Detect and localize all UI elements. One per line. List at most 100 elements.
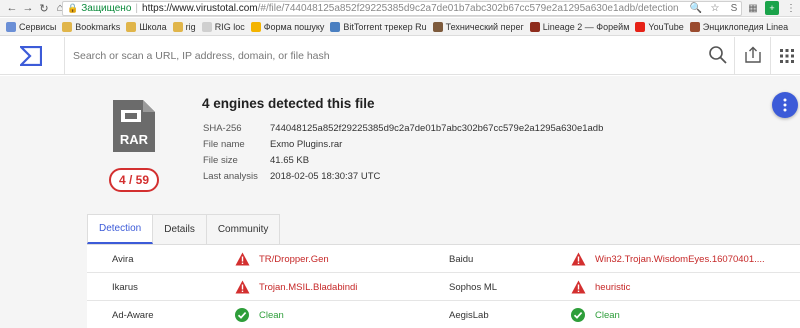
meta-row-last-analysis: Last analysis 2018-02-05 18:30:37 UTC (203, 168, 603, 184)
check-circle-icon (571, 301, 585, 328)
engine-result: Win32.Trojan.WisdomEyes.16070401.... (595, 253, 765, 265)
secure-label: Защищено (81, 3, 132, 14)
torrent-icon (330, 21, 341, 32)
bookmark-label: Технический перег (445, 21, 524, 32)
bookmark-label: Сервисы (19, 21, 57, 32)
star-icon[interactable]: ☆ (708, 1, 722, 15)
meta-key: File name (203, 138, 245, 150)
bookmark-label: YouTube (648, 21, 684, 32)
bookmarks-bar: Сервисы Bookmarks Школа rig RIG loc Форма пош… (0, 18, 800, 36)
table-row: Ikarus Trojan.MSIL.Bladabindi Sophos ML heu… (87, 273, 800, 301)
search-input[interactable] (73, 47, 713, 65)
meta-row-filesize: File size 41.65 KB (203, 152, 603, 168)
bookmark-item[interactable]: Школа (126, 21, 167, 32)
engine-name: Baidu (449, 253, 474, 265)
bookmark-label: Lineage 2 — Форейм (542, 21, 630, 32)
tab-bar: Detection Details Community (87, 214, 281, 244)
book-icon (689, 21, 700, 32)
engine-name: Ad-Aware (112, 309, 154, 321)
bookmark-item[interactable]: Форма пошуку (250, 21, 325, 32)
bookmark-label: Энциклопедия Linea (702, 21, 789, 32)
address-bar[interactable]: 🔒 Защищено | https://www.virustotal.com /… (62, 1, 742, 16)
table-row: Ad-Aware Clean AegisLab Clean (87, 301, 800, 328)
bookmark-label: BitTorrent трекер Ru (343, 21, 427, 32)
forward-button[interactable]: → (20, 0, 36, 16)
bookmark-label: Форма пошуку (263, 21, 325, 32)
folder-icon (172, 21, 183, 32)
page-title: 4 engines detected this file (202, 96, 375, 111)
meta-value: 41.65 KB (270, 154, 310, 166)
bookmark-item[interactable]: Технический перег (432, 21, 524, 32)
engine-name: Avira (112, 253, 134, 265)
upload-icon[interactable] (744, 46, 762, 64)
rar-file-icon: RAR (113, 100, 155, 152)
engine-result: heuristic (595, 281, 631, 293)
tab-detection[interactable]: Detection (87, 214, 154, 244)
virustotal-logo-icon[interactable] (20, 46, 42, 66)
bookmark-item[interactable]: Bookmarks (62, 21, 121, 32)
youtube-icon (635, 21, 646, 32)
back-button[interactable]: ← (4, 0, 20, 16)
warning-icon (235, 273, 250, 301)
url-path: /#/file/744048125a852f29225385d9c2a7de01… (257, 3, 679, 14)
skype-icon[interactable]: S (727, 1, 741, 15)
game-icon (529, 21, 540, 32)
main-content: RAR 4 / 59 4 engines detected this file … (0, 76, 800, 328)
tab-community[interactable]: Community (206, 214, 281, 244)
engine-result: Trojan.MSIL.Bladabindi (259, 281, 358, 293)
engine-result: Clean (595, 309, 620, 321)
bookmark-item[interactable]: Lineage 2 — Форейм (529, 21, 630, 32)
address-separator: | (135, 3, 139, 14)
search-icon[interactable] (708, 45, 728, 65)
meta-row-sha256: SHA-256 744048125a852f29225385d9c2a7de01… (203, 120, 603, 136)
meta-key: SHA-256 (203, 122, 242, 134)
bookmark-label: RIG loc (214, 21, 245, 32)
meta-key: File size (203, 154, 238, 166)
meta-value: Exmo Plugins.rar (270, 138, 343, 150)
apps-icon (6, 21, 16, 32)
tab-details[interactable]: Details (153, 214, 207, 244)
reload-button[interactable]: ↻ (36, 0, 52, 16)
more-options-button[interactable] (772, 92, 798, 118)
apps-grid-icon[interactable] (779, 48, 795, 64)
file-type-label: RAR (120, 132, 149, 147)
engine-result: TR/Dropper.Gen (259, 253, 329, 265)
bookmark-label: rig (185, 21, 196, 32)
bookmark-item[interactable]: Сервисы (6, 21, 57, 32)
check-circle-icon (235, 301, 249, 328)
meta-value: 2018-02-05 18:30:37 UTC (270, 170, 381, 182)
file-metadata: SHA-256 744048125a852f29225385d9c2a7de01… (203, 120, 603, 184)
meta-row-filename: File name Exmo Plugins.rar (203, 136, 603, 152)
location-icon (250, 21, 261, 32)
bookmark-label: Bookmarks (75, 21, 121, 32)
engine-result: Clean (259, 309, 284, 321)
header-divider (734, 37, 735, 75)
meta-key: Last analysis (203, 170, 258, 182)
url-host: https://www.virustotal.com (142, 3, 258, 14)
extension-icon[interactable]: + (765, 1, 779, 15)
folder-icon (62, 21, 73, 32)
engine-name: Sophos ML (449, 281, 498, 293)
grid-extension-icon[interactable]: ▦ (746, 1, 760, 15)
engine-name: Ikarus (112, 281, 138, 293)
warning-icon (571, 273, 586, 301)
bookmark-item[interactable]: Энциклопедия Linea (689, 21, 789, 32)
browser-extensions: 🔍 ☆ S ▦ + ⋮ (689, 1, 798, 15)
zoom-icon[interactable]: 🔍 (689, 1, 703, 15)
engine-name: AegisLab (449, 309, 489, 321)
vt-header (0, 37, 800, 75)
bookmark-item[interactable]: RIG loc (201, 21, 245, 32)
detection-results-table: Avira TR/Dropper.Gen Baidu Win32.Trojan.Wis… (87, 244, 800, 328)
bookmark-item[interactable]: BitTorrent трекер Ru (330, 21, 427, 32)
meta-value: 744048125a852f29225385d9c2a7de01b7abc302… (270, 122, 604, 134)
folder-icon (126, 21, 137, 32)
detection-score-badge: 4 / 59 (109, 168, 159, 192)
bookmark-item[interactable]: rig (172, 21, 196, 32)
more-vert-icon (783, 98, 787, 112)
tech-icon (432, 21, 443, 32)
warning-icon (235, 245, 250, 273)
page-icon (201, 21, 212, 32)
bookmark-label: Школа (139, 21, 167, 32)
menu-icon[interactable]: ⋮ (784, 1, 798, 15)
bookmark-item[interactable]: YouTube (635, 21, 684, 32)
